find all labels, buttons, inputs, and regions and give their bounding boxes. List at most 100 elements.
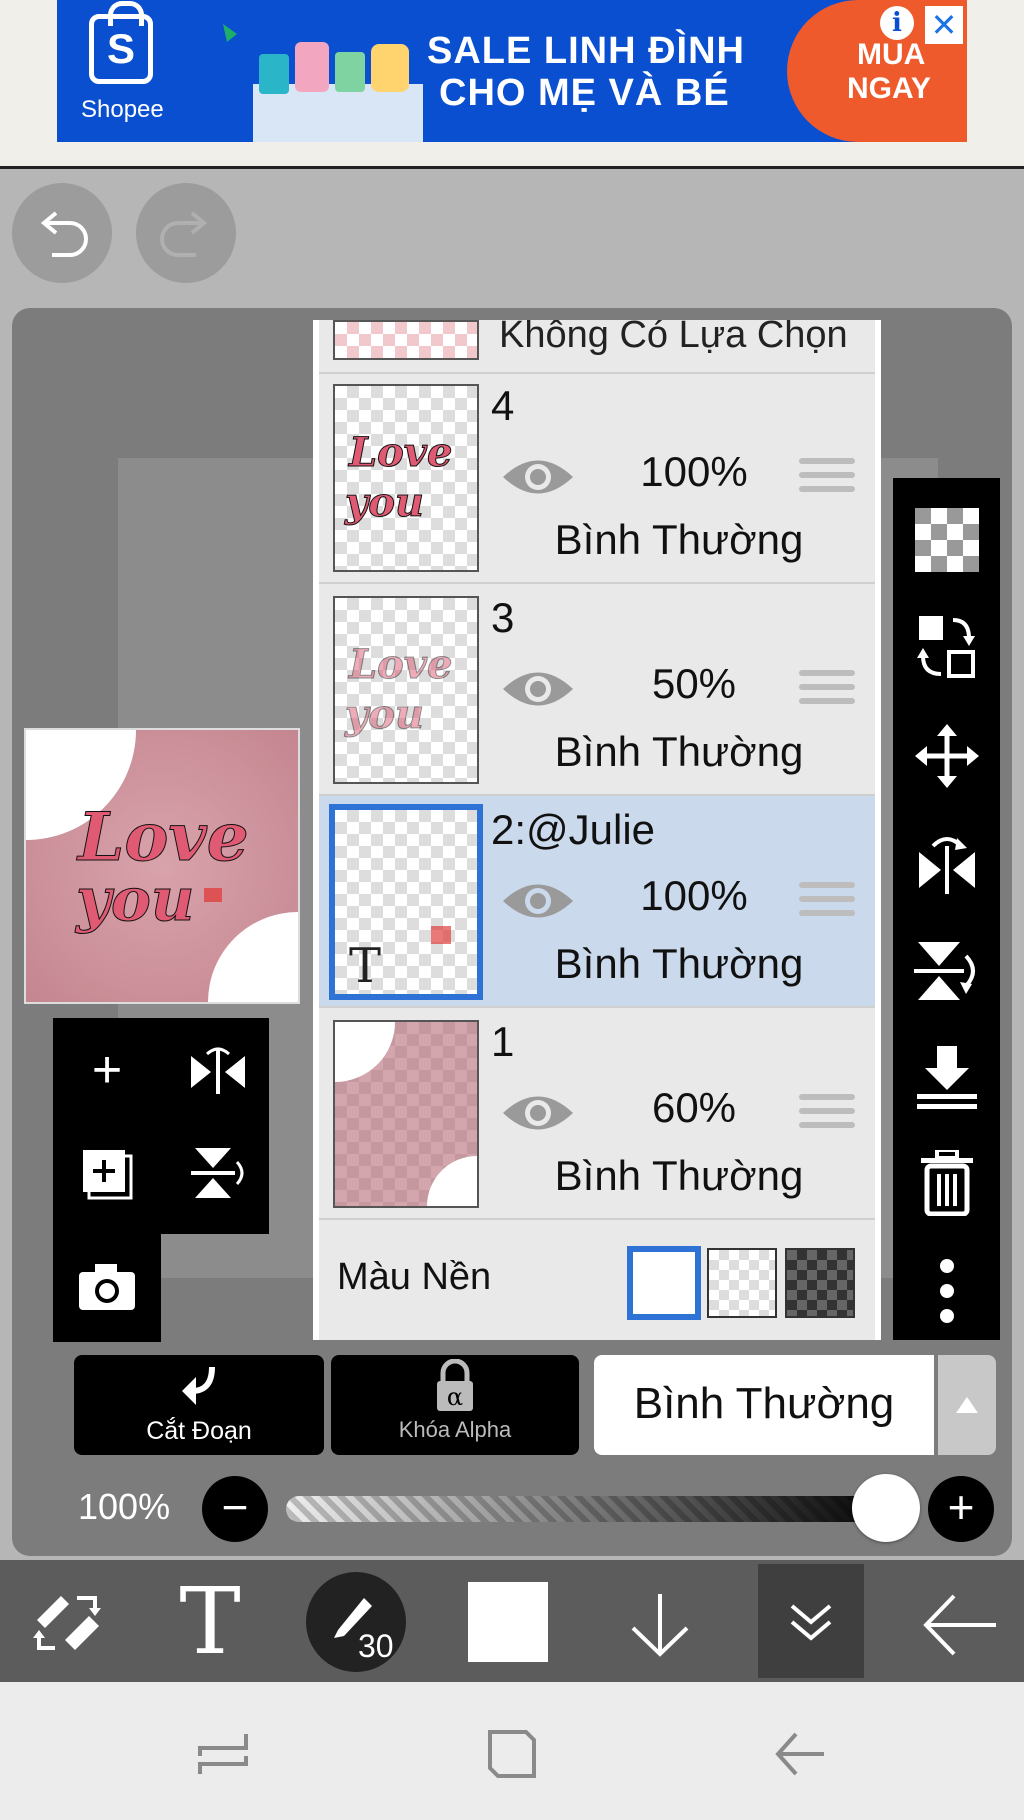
ad-cta-line2: NGAY [847,72,931,105]
shopee-brand-name: Shopee [81,96,164,123]
layer-opacity: 100% [640,872,748,919]
layer-row-selected[interactable]: T 2:@Julie 100% Bình Thường [319,796,875,1008]
svg-text:you: you [344,691,424,738]
home-icon[interactable] [486,1728,538,1780]
layer-opacity: 50% [651,660,737,707]
flip-horizontal-button[interactable] [893,820,1000,910]
preview-text-line2: you [74,865,195,935]
brush-eraser-swap-icon [33,1596,101,1650]
move-icon [914,724,979,788]
selection-thumbnail [333,320,479,360]
visibility-eye-icon[interactable] [501,878,575,924]
camera-button[interactable] [53,1234,161,1342]
opacity-value: 100% [78,1486,171,1527]
trash-icon [920,1148,973,1217]
opacity-slider-knob[interactable] [852,1474,920,1542]
more-options-button[interactable] [893,1248,1000,1338]
layer-thumbnail: T [329,804,483,1000]
double-chevron-down-icon [790,1604,832,1641]
add-image-layer-icon[interactable] [79,1146,137,1204]
right-toolbar [893,478,1000,1340]
no-selection-label: Không Có Lựa Chọn [499,320,848,356]
layer-thumbnail: Love you [333,384,479,572]
drag-handle-icon[interactable] [799,882,855,924]
visibility-eye-icon[interactable] [501,454,575,500]
download-button[interactable] [600,1560,720,1682]
flip-horizontal-icon[interactable] [187,1046,249,1098]
merge-down-button[interactable] [893,1034,1000,1124]
drag-handle-icon[interactable] [799,1094,855,1136]
blend-mode-dropdown-button[interactable] [938,1355,996,1455]
redo-icon [160,211,208,257]
layer-opacity: 60% [651,1084,737,1131]
move-button[interactable] [893,714,1000,804]
layer-row[interactable]: Love you 3 50% Bình Thường [319,584,875,796]
ad-cta-line1: MUA [857,38,926,71]
text-tool-button[interactable]: T [150,1560,270,1682]
layers-button-active[interactable] [758,1564,864,1678]
alpha-lock-button[interactable]: α Khóa Alpha [331,1355,579,1455]
drag-handle-icon[interactable] [799,670,855,712]
system-nav-bar [0,1682,1024,1820]
merge-down-icon [916,1046,977,1109]
transparency-button[interactable] [893,496,1000,586]
transparency-icon [914,508,979,572]
undo-button[interactable] [12,183,112,283]
layer-thumbnail [333,1020,479,1208]
opacity-increase-button[interactable]: + [928,1476,994,1542]
clipping-button[interactable]: Cắt Đoạn [74,1355,324,1455]
back-nav-icon[interactable] [772,1730,828,1778]
add-layer-icon[interactable]: + [57,1040,157,1100]
brush-size-button[interactable]: 30 [298,1560,408,1682]
visibility-eye-icon[interactable] [501,1090,575,1136]
layer-blend-mode: Bình Thường [554,516,804,563]
flip-vertical-icon[interactable] [187,1142,247,1202]
blend-mode-value: Bình Thường [633,1379,895,1428]
swap-layer-button[interactable] [893,604,1000,694]
chevron-up-icon [956,1397,978,1413]
svg-text:Love: Love [348,429,453,476]
camera-icon [79,1264,135,1310]
background-dark-option[interactable] [785,1248,855,1318]
canvas-preview: Love you [24,728,300,1004]
background-transparent-option[interactable] [707,1248,777,1318]
swap-layer-icon [916,616,975,678]
layer-opacity: 100% [640,448,748,495]
delete-layer-button[interactable] [893,1142,1000,1232]
text-tool-icon: T [179,1568,241,1675]
bottom-toolbar: T 30 [0,1560,1024,1682]
flip-vertical-button[interactable] [893,928,1000,1018]
layer-row[interactable]: Love you 4 100% Bình Thường [319,372,875,584]
layers-list[interactable]: Không Có Lựa Chọn Love you 4 100% Bình T… [319,320,875,1340]
opacity-decrease-button[interactable]: − [202,1476,268,1542]
layer-name: 3 [491,594,515,641]
drag-handle-icon[interactable] [799,458,855,500]
layer-blend-mode: Bình Thường [554,1152,804,1199]
background-white-option[interactable] [627,1246,701,1320]
svg-text:you: you [344,479,424,526]
ad-close-icon[interactable]: ✕ [925,6,963,44]
shopee-logo: S Shopee [57,0,197,142]
tool-switch-button[interactable] [10,1560,130,1682]
alpha-symbol: α [447,1383,463,1411]
ad-info-icon[interactable]: i [880,6,914,40]
layer-name: 4 [491,382,515,429]
redo-button[interactable] [136,183,236,283]
arrow-down-icon [631,1594,689,1657]
text-layer-indicator: T [349,938,382,994]
alpha-lock-label: Khóa Alpha [398,1417,512,1442]
ad-headline-1: SALE LINH ĐÌNH [427,30,745,72]
color-button[interactable] [448,1560,568,1682]
recent-apps-icon[interactable] [196,1730,252,1778]
ad-banner[interactable]: S Shopee SALE LINH ĐÌNH CHO MẸ VÀ BÉ MUA… [57,0,967,142]
background-color-row: Màu Nền [319,1222,875,1340]
arrow-left-icon [923,1594,996,1656]
shopee-letter: S [106,25,135,72]
opacity-slider-track[interactable] [286,1496,898,1522]
selection-layer-row[interactable]: Không Có Lựa Chọn [319,320,875,374]
blend-mode-select[interactable]: Bình Thường [594,1355,934,1455]
layer-row[interactable]: 1 60% Bình Thường [319,1008,875,1220]
left-toolbar: + [53,1018,269,1234]
visibility-eye-icon[interactable] [501,666,575,712]
back-button[interactable] [900,1560,1020,1682]
